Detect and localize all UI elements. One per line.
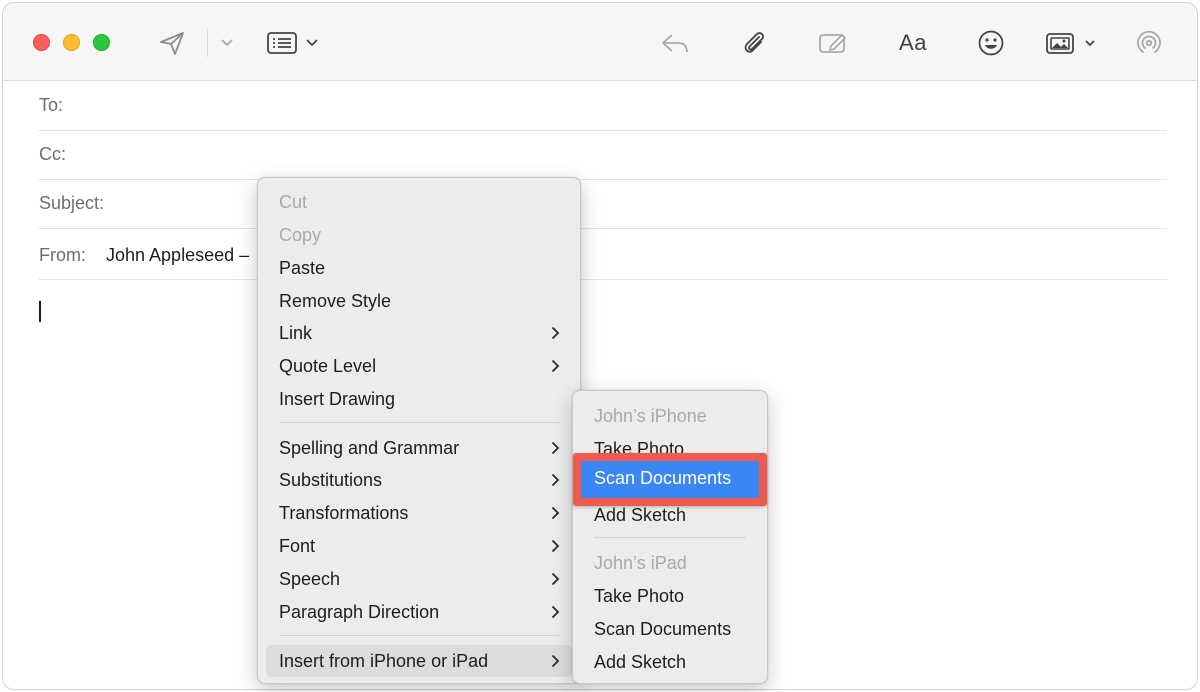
submenu-header-ipad: John’s iPad <box>573 548 767 578</box>
subject-field[interactable]: Subject: <box>39 180 1167 229</box>
submenu-item-label: Add Sketch <box>594 652 687 672</box>
chevron-right-icon <box>551 359 560 373</box>
airdrop-button[interactable] <box>1131 28 1167 58</box>
submenu-item-ipad-add-sketch[interactable]: Add Sketch <box>573 647 767 677</box>
submenu-separator <box>594 537 746 538</box>
menu-item-spelling-and-grammar[interactable]: Spelling and Grammar <box>258 433 580 463</box>
menu-item-font[interactable]: Font <box>258 531 580 561</box>
menu-item-remove-style[interactable]: Remove Style <box>258 286 580 316</box>
minimize-button[interactable] <box>63 34 80 51</box>
zoom-button[interactable] <box>93 34 110 51</box>
to-field[interactable]: To: <box>39 82 1167 131</box>
submenu-item-label: Add Sketch <box>594 505 687 525</box>
header-fields-button[interactable] <box>265 28 323 58</box>
submenu-item-ipad-scan-documents[interactable]: Scan Documents <box>573 614 767 644</box>
reply-button[interactable] <box>658 28 692 58</box>
menu-item-label: Paste <box>279 258 326 278</box>
context-menu: Cut Copy Paste Remove Style Link Quote L… <box>257 177 581 684</box>
menu-item-label: Substitutions <box>279 470 383 490</box>
insert-from-device-submenu: John’s iPhone Take Photo Add Sketch John… <box>572 390 768 684</box>
send-button[interactable] <box>155 28 189 58</box>
menu-item-label: Remove Style <box>279 291 392 311</box>
chevron-right-icon <box>551 441 560 455</box>
callout-highlight: Scan Documents <box>573 453 767 506</box>
menu-item-label: Transformations <box>279 503 409 523</box>
menu-item-label: Paragraph Direction <box>279 602 440 622</box>
chevron-right-icon <box>551 654 560 668</box>
menu-item-label: Font <box>279 536 316 556</box>
submenu-header-label: John’s iPhone <box>594 406 707 426</box>
menu-item-label: Insert Drawing <box>279 389 396 409</box>
from-label: From: <box>39 245 86 265</box>
markup-button[interactable] <box>815 28 851 58</box>
chevron-right-icon <box>551 605 560 619</box>
cc-label: Cc: <box>39 144 66 164</box>
text-cursor <box>39 301 41 322</box>
attach-button[interactable] <box>739 28 769 58</box>
markup-icon <box>819 33 847 53</box>
menu-item-copy[interactable]: Copy <box>258 220 580 250</box>
chevron-right-icon <box>551 539 560 553</box>
submenu-item-label: Scan Documents <box>594 468 732 488</box>
emoji-button[interactable] <box>975 28 1007 58</box>
menu-separator <box>279 422 559 423</box>
to-label: To: <box>39 95 64 115</box>
submenu-header-label: John’s iPad <box>594 553 687 573</box>
chevron-right-icon <box>551 473 560 487</box>
close-button[interactable] <box>33 34 50 51</box>
menu-item-quote-level[interactable]: Quote Level <box>258 351 580 381</box>
menu-item-cut[interactable]: Cut <box>258 187 580 217</box>
menu-item-label: Speech <box>279 569 341 589</box>
photo-browser-icon <box>1046 33 1095 54</box>
menu-item-link[interactable]: Link <box>258 318 580 348</box>
chevron-right-icon <box>551 326 560 340</box>
header-fields-icon <box>267 32 318 54</box>
menu-item-label: Link <box>279 323 313 343</box>
menu-item-insert-drawing[interactable]: Insert Drawing <box>258 384 580 414</box>
from-value[interactable]: John Appleseed – <box>106 245 249 266</box>
chevron-right-icon <box>551 572 560 586</box>
submenu-header-iphone: John’s iPhone <box>573 401 767 431</box>
submenu-item-ipad-take-photo[interactable]: Take Photo <box>573 581 767 611</box>
menu-item-label: Cut <box>279 192 308 212</box>
chevron-right-icon <box>551 506 560 520</box>
reply-icon <box>662 34 688 53</box>
menu-item-speech[interactable]: Speech <box>258 564 580 594</box>
cc-field[interactable]: Cc: <box>39 131 1167 180</box>
subject-label: Subject: <box>39 193 105 213</box>
airdrop-icon <box>1137 30 1161 53</box>
menu-separator <box>279 635 559 636</box>
menu-item-label: Quote Level <box>279 356 377 376</box>
paper-plane-icon <box>160 32 184 55</box>
from-field[interactable]: From: John Appleseed – <box>39 229 1167 280</box>
menu-item-label: Insert from iPhone or iPad <box>279 651 489 671</box>
submenu-item-label: Take Photo <box>594 586 685 606</box>
photo-browser-button[interactable] <box>1043 28 1101 58</box>
menu-item-paste[interactable]: Paste <box>258 253 580 283</box>
menu-item-label: Copy <box>279 225 322 245</box>
menu-item-transformations[interactable]: Transformations <box>258 498 580 528</box>
format-button[interactable]: Aa <box>893 28 933 58</box>
chevron-down-icon <box>221 39 233 47</box>
menu-item-label: Spelling and Grammar <box>279 438 460 458</box>
format-label: Aa <box>899 30 927 55</box>
submenu-item-label: Scan Documents <box>594 619 732 639</box>
smiley-icon <box>978 30 1004 56</box>
menu-item-insert-from-iphone-or-ipad[interactable]: Insert from iPhone or iPad <box>266 645 572 677</box>
send-options-dropdown[interactable] <box>215 28 239 58</box>
menu-item-paragraph-direction[interactable]: Paragraph Direction <box>258 597 580 627</box>
submenu-item-iphone-scan-documents[interactable]: Scan Documents <box>581 461 759 498</box>
toolbar-divider <box>207 29 208 57</box>
toolbar: Aa <box>3 3 1197 81</box>
paperclip-icon <box>744 32 764 53</box>
menu-item-substitutions[interactable]: Substitutions <box>258 465 580 495</box>
